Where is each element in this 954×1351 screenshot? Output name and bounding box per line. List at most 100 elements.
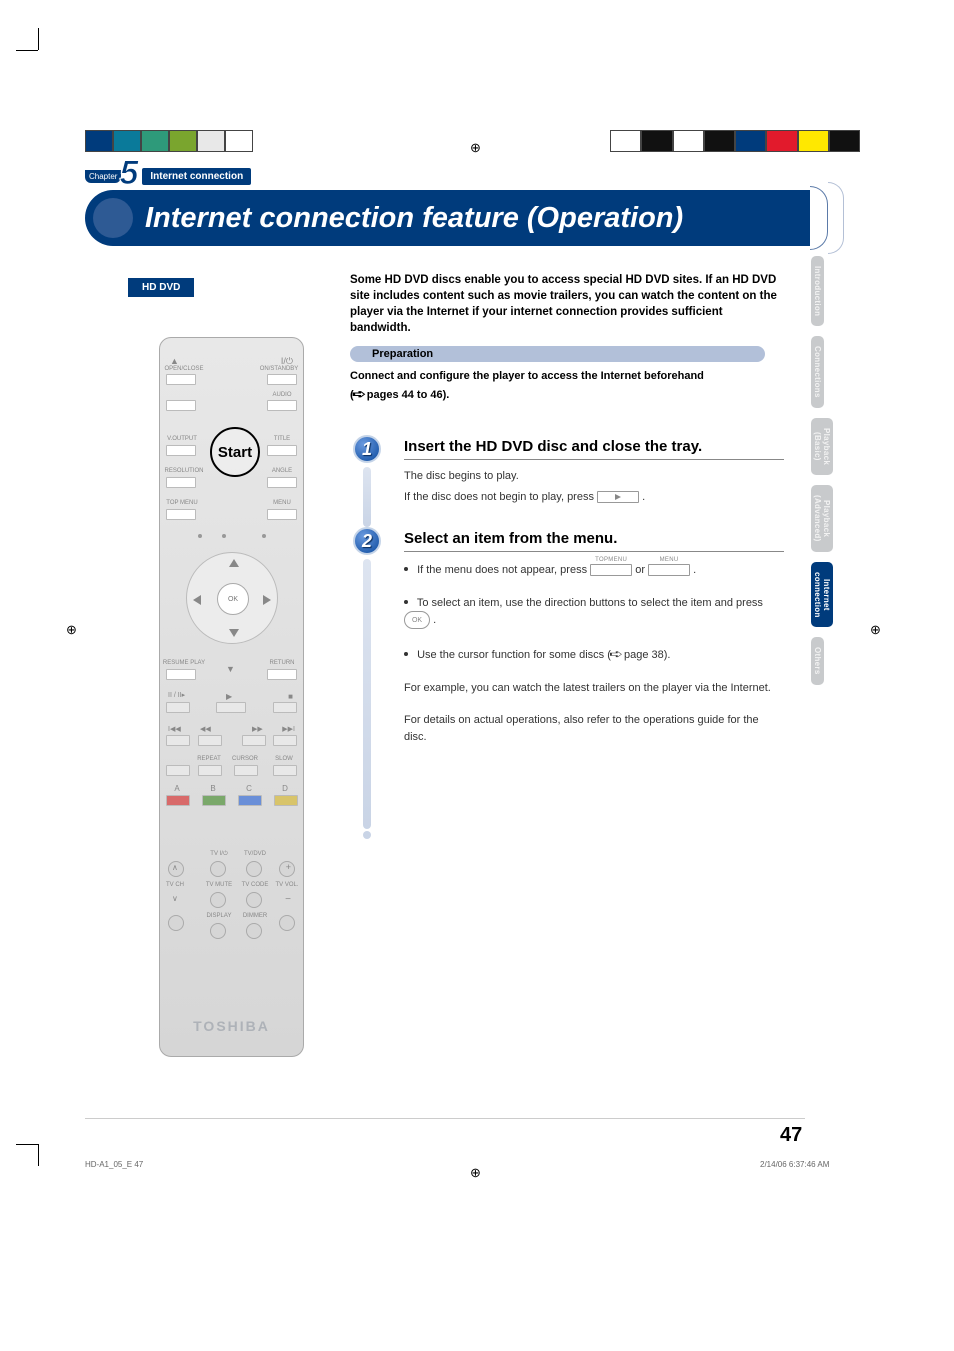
step-2-para2: For details on actual operations, also r… xyxy=(404,712,784,745)
pause-step-icon: II / II▸ xyxy=(168,691,185,699)
bullet-icon xyxy=(404,600,408,604)
nav-left-icon xyxy=(193,595,201,605)
btn-voutput xyxy=(166,445,196,456)
btn-title xyxy=(267,445,297,456)
label-voutput: V.OUTPUT xyxy=(164,436,200,442)
play-button-icon xyxy=(597,491,639,503)
tab-introduction: Introduction xyxy=(811,256,824,326)
skip-next-icon: ▶▶I xyxy=(282,725,295,733)
chapter-header: Chapter 5 Internet connection xyxy=(85,160,251,193)
label-tvio: TV I/⏻ xyxy=(204,851,234,858)
btn-chdn xyxy=(168,915,184,931)
label-title: TITLE xyxy=(267,436,297,442)
eject-icon: ▲ xyxy=(170,356,179,366)
chapter-label: Chapter xyxy=(85,170,121,183)
label-resolution: RESOLUTION xyxy=(162,468,206,474)
bullet2-pre: To select an item, use the direction but… xyxy=(417,597,763,609)
tab-connections: Connections xyxy=(811,336,824,408)
bullet1-pre: If the menu does not appear, press xyxy=(417,564,587,576)
preparation-line1: Connect and configure the player to acce… xyxy=(350,370,704,382)
btn-tvmute xyxy=(210,892,226,908)
label-tvch: TV CH xyxy=(160,882,190,888)
color-bars-right xyxy=(610,130,860,152)
step-1-line-b-pre: If the disc does not begin to play, pres… xyxy=(404,491,594,503)
skip-prev-icon: I◀◀ xyxy=(168,725,181,733)
side-tabs: Introduction Connections Playback(Basic)… xyxy=(811,256,827,695)
btn-openclose xyxy=(166,374,196,385)
btn-d xyxy=(274,795,298,806)
btn-ffwd xyxy=(242,735,266,746)
tab-others: Others xyxy=(811,637,824,685)
bullet3-pre: Use the cursor function for some discs ( xyxy=(417,649,611,661)
btn-menu xyxy=(267,509,297,520)
registration-mark-bottom: ⊕ xyxy=(470,1165,481,1181)
page-number: 47 xyxy=(780,1124,802,1147)
preparation-line2: pages 44 to 46). xyxy=(367,389,450,401)
label-a: A xyxy=(170,784,184,793)
btn-a xyxy=(166,795,190,806)
nav-down2-icon: ▼ xyxy=(226,664,235,674)
bullet3-ref: page 38). xyxy=(624,649,670,661)
bullet-icon xyxy=(404,652,408,656)
step-number-2: 2 xyxy=(353,527,381,555)
btn-dimmer xyxy=(246,923,262,939)
bullet-icon xyxy=(404,567,408,571)
step-1-line-a: The disc begins to play. xyxy=(404,468,784,485)
ffwd-icon: ▶▶ xyxy=(252,725,263,733)
chapter-number: 5 xyxy=(119,154,138,193)
step-1-line-b-post: . xyxy=(642,491,645,503)
preparation-text: Connect and configure the player to acce… xyxy=(350,368,780,403)
btn-pause xyxy=(166,702,190,713)
bullet1-post: . xyxy=(693,564,696,576)
bullet1-mid: or xyxy=(635,564,645,576)
start-label: Start xyxy=(218,444,252,461)
tab-playback-advanced: Playback(Advanced) xyxy=(811,485,833,552)
footer-rule xyxy=(85,1118,805,1119)
btn-tvcode xyxy=(246,892,262,908)
bullet2-post: . xyxy=(433,614,436,626)
label-c: C xyxy=(242,784,256,793)
play-icon: ▶ xyxy=(226,692,232,701)
preparation-heading: Preparation xyxy=(350,346,765,362)
btn-rew xyxy=(198,735,222,746)
tab-internet-connection: Internetconnection xyxy=(811,562,833,628)
page-ref-arrow-icon: ➪ xyxy=(609,645,623,663)
label-cursor: CURSOR xyxy=(230,756,260,762)
remote-illustration: ▲ OPEN/CLOSE I/⏻ ON/STANDBY AUDIO V.OUTP… xyxy=(159,337,304,1057)
label-d: D xyxy=(278,784,292,793)
toshiba-logo: TOSHIBA xyxy=(160,1018,303,1034)
tab-playback-basic: Playback(Basic) xyxy=(811,418,833,475)
step-number-1: 1 xyxy=(353,435,381,463)
ok-button-icon: OK xyxy=(404,611,430,629)
btn-tvdvd xyxy=(246,861,262,877)
btn-display xyxy=(210,923,226,939)
btn-c xyxy=(238,795,262,806)
btn-resumeplay xyxy=(166,669,196,680)
banner-decoration xyxy=(810,186,828,250)
intro-paragraph: Some HD DVD discs enable you to access s… xyxy=(350,272,780,336)
step-1-heading: Insert the HD DVD disc and close the tra… xyxy=(404,438,784,460)
btn-slow xyxy=(273,765,297,776)
btn-blank-left xyxy=(166,400,196,411)
btn-ok: OK xyxy=(217,583,249,615)
footer-left: HD-A1_05_E 47 xyxy=(85,1160,143,1169)
label-repeat: REPEAT xyxy=(194,756,224,762)
page-ref-arrow-icon: ➪ xyxy=(352,385,366,403)
label-slow: SLOW xyxy=(269,756,299,762)
stop-icon: ■ xyxy=(288,692,293,701)
label-tvmute: TV MUTE xyxy=(204,882,234,888)
label-angle: ANGLE xyxy=(267,468,297,474)
hd-dvd-badge: HD DVD xyxy=(128,278,194,297)
step-1-body: The disc begins to play. If the disc doe… xyxy=(404,468,784,505)
btn-repeat xyxy=(198,765,222,776)
registration-mark-top: ⊕ xyxy=(470,140,481,156)
step-2-marker: 2 xyxy=(353,527,381,839)
btn-cursor xyxy=(234,765,258,776)
btn-topmenu xyxy=(166,509,196,520)
page-title: Internet connection feature (Operation) xyxy=(145,202,683,235)
label-display: DISPLAY xyxy=(204,913,234,919)
label-tvdvd: TV/DVD xyxy=(240,851,270,857)
label-resumeplay: RESUME PLAY xyxy=(160,660,208,666)
btn-audio xyxy=(267,400,297,411)
btn-skip-next xyxy=(273,735,297,746)
